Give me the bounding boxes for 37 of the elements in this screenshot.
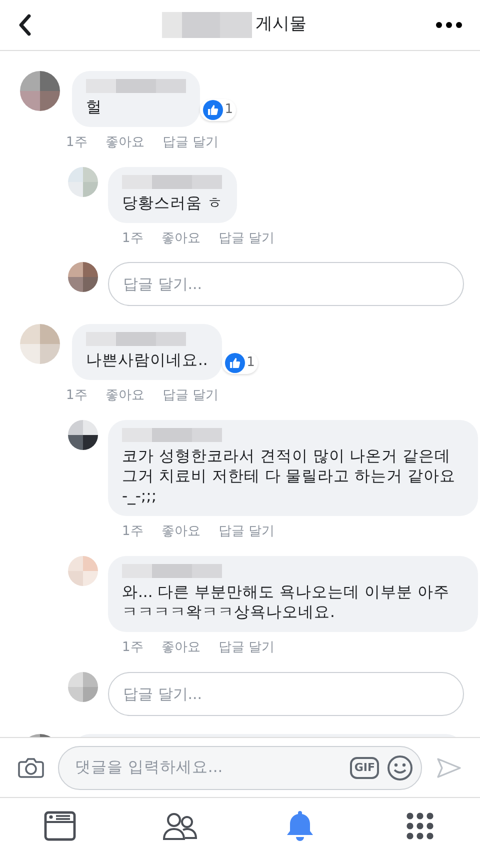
camera-icon[interactable] <box>18 756 44 778</box>
comment-time: 1주 <box>66 134 88 152</box>
comment-time: 1주 <box>122 523 144 542</box>
news-feed-icon <box>44 811 76 841</box>
bell-icon <box>286 810 314 842</box>
reply-field[interactable]: 답글 달기... <box>108 672 464 716</box>
gif-button[interactable]: GIF <box>350 756 379 778</box>
comment-text: 코가 성형한코라서 견적이 많이 나온거 같은데 그거 치료비 저한테 다 물릴라고 하는거 같아요 -_-;;; <box>122 446 457 506</box>
reply-link[interactable]: 답글 달기 <box>218 522 274 542</box>
back-icon[interactable] <box>18 14 32 36</box>
comment-text: 당황스러움 ㅎ <box>122 192 223 213</box>
menu-icon <box>406 812 434 840</box>
like-link[interactable]: 좋아요 <box>161 638 200 658</box>
more-icon[interactable] <box>436 22 462 28</box>
reply-link[interactable]: 답글 달기 <box>218 228 274 248</box>
comment-text: 와... 다른 부분만해도 욕나오는데 이부분 아주 ㅋㅋㅋㅋ왁ㅋㅋ상욕나오네요. <box>122 582 450 622</box>
reaction-count: 1 <box>222 352 258 374</box>
like-link[interactable]: 좋아요 <box>105 386 144 406</box>
like-link[interactable]: 좋아요 <box>105 133 144 153</box>
comment-text: 헐 <box>86 97 103 118</box>
like-icon <box>202 100 223 120</box>
comment-time: 1주 <box>66 387 88 406</box>
comment-text: 나쁜사람이네요.. <box>86 350 208 370</box>
comment-field[interactable]: 댓글을 입력하세요... GIF <box>58 746 422 790</box>
reply-link[interactable]: 답글 달기 <box>162 386 218 406</box>
reply-link[interactable]: 답글 달기 <box>162 133 218 153</box>
like-link[interactable]: 좋아요 <box>161 522 200 542</box>
reply-field[interactable]: 답글 달기... <box>108 262 464 306</box>
comment-time: 1주 <box>122 639 144 658</box>
like-icon <box>224 353 245 374</box>
reaction-count: 1 <box>200 99 236 122</box>
friends-icon <box>163 812 197 840</box>
reply-link[interactable]: 답글 달기 <box>218 638 274 658</box>
comment-time: 1주 <box>122 230 144 248</box>
like-link[interactable]: 좋아요 <box>161 228 200 248</box>
emoji-icon[interactable] <box>387 754 413 780</box>
header-title: 게시물 <box>256 13 306 36</box>
